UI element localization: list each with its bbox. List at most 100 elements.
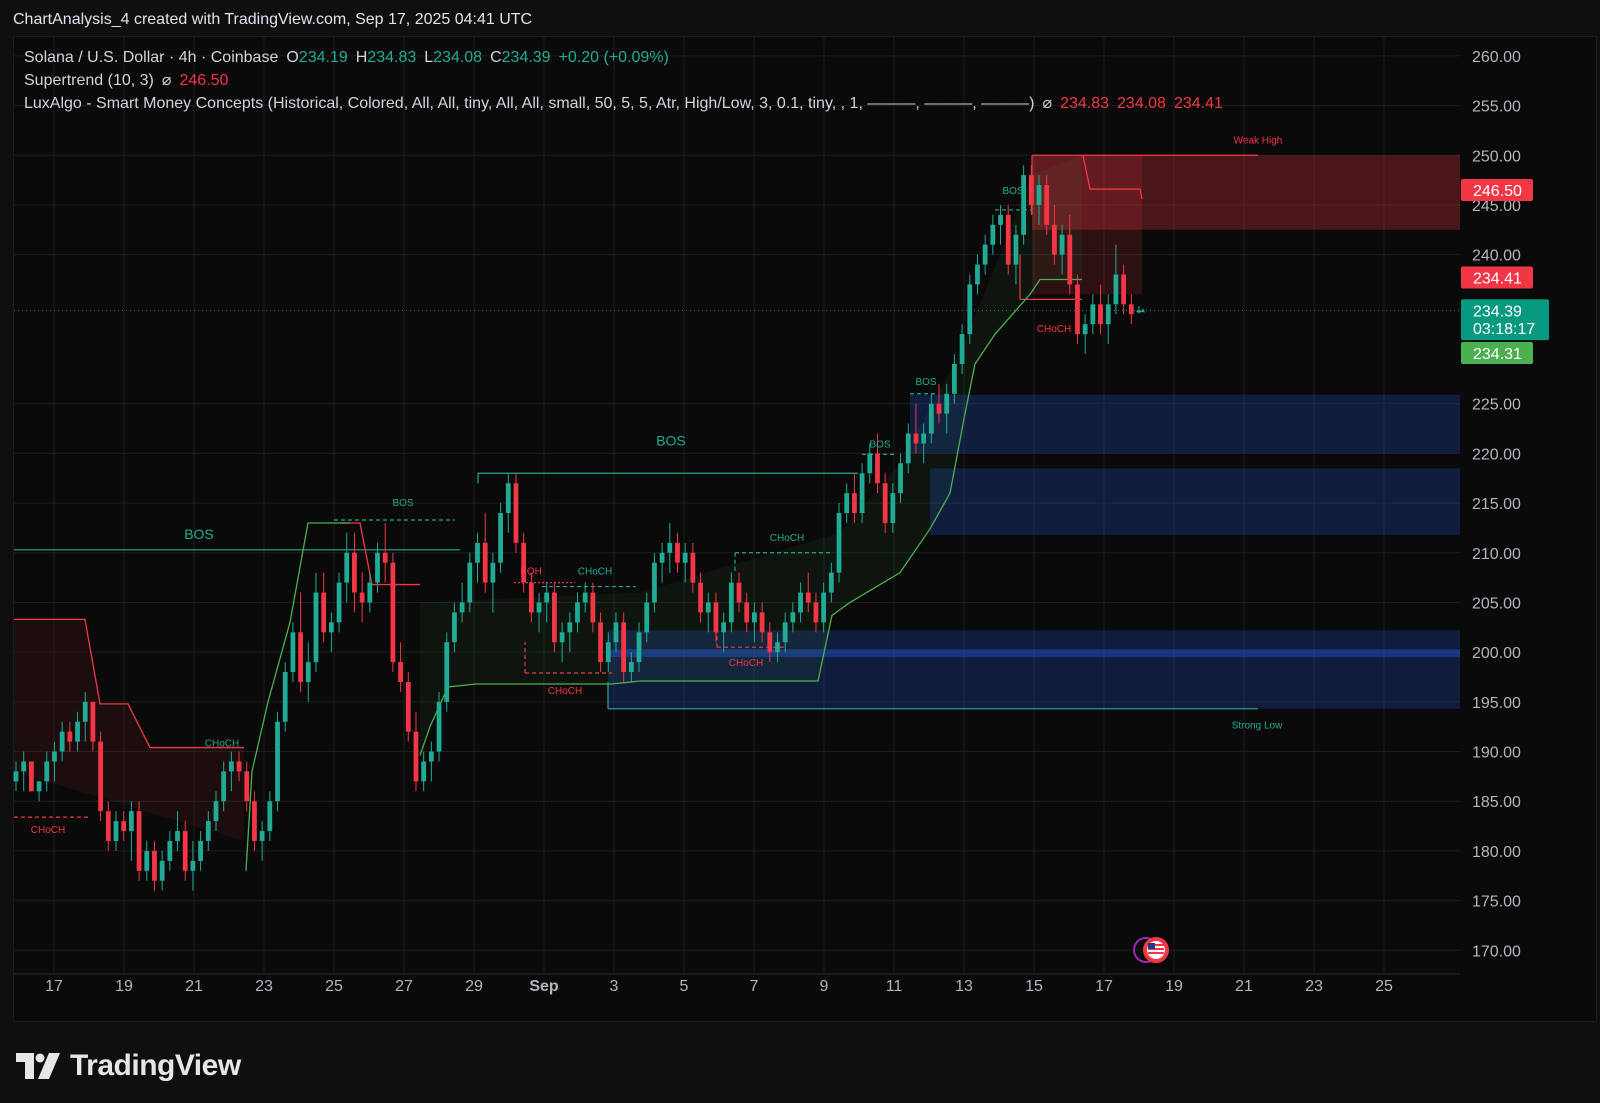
candle xyxy=(144,840,150,881)
candle-body xyxy=(536,602,542,613)
candle-body xyxy=(675,542,680,563)
time-axis[interactable]: 17 19 21 23 25 27 29 Sep 3 5 7 9 11 13 15 17 19 21 23 25 xyxy=(14,973,1460,995)
candle xyxy=(675,532,680,573)
candle-body xyxy=(436,701,442,752)
date-tick-label: Sep xyxy=(529,978,559,995)
candle-body xyxy=(275,721,280,802)
candle-body xyxy=(1052,224,1057,255)
candle-body xyxy=(798,592,803,613)
candle-body xyxy=(90,701,96,742)
structure-label: CHoCH xyxy=(578,567,612,578)
candle-body xyxy=(967,284,973,335)
candle-body xyxy=(382,552,388,563)
candle xyxy=(282,662,288,732)
candle-body xyxy=(982,244,988,265)
candle xyxy=(998,204,1003,245)
candle xyxy=(36,781,42,802)
candle-body xyxy=(59,731,65,752)
candle-body xyxy=(698,582,703,613)
candle xyxy=(398,642,403,692)
candle xyxy=(252,791,257,851)
tradingview-logo-icon xyxy=(16,1053,60,1079)
structure-label: EQH xyxy=(520,567,542,578)
price-label-text: 234.39 xyxy=(1473,303,1522,320)
luxalgo-title[interactable]: LuxAlgo - Smart Money Concepts (Historic… xyxy=(24,92,1034,115)
price-label-text: 03:18:17 xyxy=(1473,321,1535,338)
date-tick-label: 19 xyxy=(115,978,133,995)
candle-body xyxy=(659,552,665,563)
structure-label: BOS xyxy=(869,439,890,450)
candle-body xyxy=(282,672,288,722)
candle-body xyxy=(1013,234,1019,265)
candle-body xyxy=(336,582,342,623)
date-tick-label: 29 xyxy=(465,978,483,995)
candle-body xyxy=(944,393,950,414)
supertrend-down-segment xyxy=(340,522,420,586)
candle xyxy=(967,274,973,345)
symbol-row[interactable]: Solana / U.S. Dollar · 4h · Coinbase O 23… xyxy=(24,46,1223,69)
candle-body xyxy=(828,572,834,593)
candle-body xyxy=(813,602,819,623)
candle xyxy=(344,532,350,603)
candle-body xyxy=(475,542,480,563)
candle-body xyxy=(728,582,734,623)
price-tick-label: 215.00 xyxy=(1472,496,1521,513)
candle-body xyxy=(505,483,511,514)
date-tick-label: 25 xyxy=(325,978,343,995)
date-tick-label: 15 xyxy=(1025,978,1043,995)
tradingview-brand[interactable]: TradingView xyxy=(16,1048,241,1084)
structure-label: BOS xyxy=(1002,186,1023,197)
visibility-off-icon[interactable]: ⌀ xyxy=(162,69,172,92)
price-chart[interactable]: BOS BOS BOS BOS BOS BOS CHoCH CHoCH EQH CHoCH CHoC… xyxy=(0,0,1600,1103)
candle-body xyxy=(182,831,188,871)
candle xyxy=(621,612,627,682)
price-label-text: 234.41 xyxy=(1473,270,1522,287)
candle xyxy=(182,821,188,881)
candle-body xyxy=(782,622,788,643)
candle-body xyxy=(821,592,827,623)
candle xyxy=(975,254,980,295)
supertrend-title[interactable]: Supertrend (10, 3) xyxy=(24,69,154,92)
candle xyxy=(359,572,365,623)
candle xyxy=(128,801,134,861)
high-value: 234.83 xyxy=(367,49,417,66)
date-tick-label: 17 xyxy=(45,978,63,995)
open-value: 234.19 xyxy=(298,49,348,66)
candle-body xyxy=(152,850,157,881)
visibility-off-icon[interactable]: ⌀ xyxy=(1042,92,1052,115)
candle-body xyxy=(321,592,327,633)
candle xyxy=(444,632,450,712)
supertrend-row[interactable]: Supertrend (10, 3) ⌀ 246.50 xyxy=(24,69,1223,92)
candle xyxy=(1021,165,1027,245)
candle xyxy=(190,840,196,891)
tradingview-wordmark: TradingView xyxy=(70,1049,241,1082)
price-tick-label: 260.00 xyxy=(1472,49,1521,66)
date-tick-label: 7 xyxy=(750,978,759,995)
candle xyxy=(98,731,103,822)
structure-label: Strong Low xyxy=(1232,721,1283,732)
luxalgo-row[interactable]: LuxAlgo - Smart Money Concepts (Historic… xyxy=(24,92,1223,115)
candle-body xyxy=(313,592,319,663)
candle-body xyxy=(1098,304,1103,325)
candle-body xyxy=(998,214,1003,225)
candle-body xyxy=(598,622,603,663)
low-value: 234.08 xyxy=(433,49,483,66)
candle-body xyxy=(990,224,996,245)
candle xyxy=(290,622,296,682)
candle xyxy=(990,214,996,255)
candle-body xyxy=(121,821,127,832)
candle xyxy=(413,711,419,792)
candle xyxy=(167,831,173,871)
candle xyxy=(521,532,527,593)
candle-body xyxy=(605,642,611,663)
candle-body xyxy=(428,751,434,762)
candle-body xyxy=(244,771,250,802)
candle xyxy=(836,503,842,583)
candle-body xyxy=(1028,175,1034,205)
candle xyxy=(428,741,434,782)
candle xyxy=(1075,274,1080,345)
symbol-title[interactable]: Solana / U.S. Dollar · 4h · Coinbase xyxy=(24,46,278,69)
candle-body xyxy=(952,363,957,394)
candle-body xyxy=(859,473,865,514)
candle-body xyxy=(844,493,850,514)
